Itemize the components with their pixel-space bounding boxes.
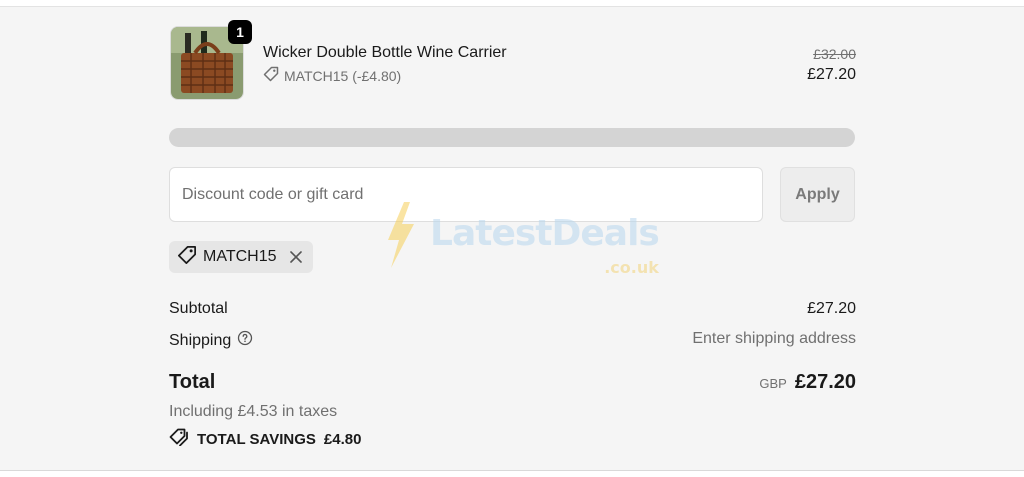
watermark-suffix: .co.uk xyxy=(604,258,659,277)
subtotal-value: £27.20 xyxy=(807,300,856,317)
savings-label: TOTAL SAVINGS xyxy=(197,430,316,448)
total-label: Total xyxy=(169,371,216,393)
product-name: Wicker Double Bottle Wine Carrier xyxy=(263,44,507,61)
lightning-bolt-icon xyxy=(388,202,414,268)
total-value-group: GBP £27.20 xyxy=(759,371,856,394)
currency-code: GBP xyxy=(759,376,787,391)
tag-icon xyxy=(263,66,279,85)
shipping-row: Shipping xyxy=(169,330,253,351)
product-discount: MATCH15 (-£4.80) xyxy=(263,66,401,85)
loading-skeleton-bar xyxy=(169,128,855,147)
watermark-logo: LatestDeals .co.uk xyxy=(382,200,660,277)
total-savings: TOTAL SAVINGS £4.80 xyxy=(169,428,361,450)
subtotal-label: Subtotal xyxy=(169,300,228,317)
original-price: £32.00 xyxy=(813,46,856,62)
applied-discount-chip: MATCH15 xyxy=(169,241,313,273)
tags-icon xyxy=(169,428,189,450)
shipping-label: Shipping xyxy=(169,331,232,349)
savings-value: £4.80 xyxy=(323,430,362,448)
remove-code-button[interactable] xyxy=(289,250,303,264)
apply-button[interactable]: Apply xyxy=(780,167,855,222)
applied-code-label: MATCH15 xyxy=(203,248,277,265)
total-amount: £27.20 xyxy=(794,371,856,393)
help-icon[interactable] xyxy=(237,330,253,351)
product-discount-label: MATCH15 (-£4.80) xyxy=(284,67,402,84)
discounted-price: £27.20 xyxy=(807,66,856,83)
watermark-name: LatestDeals xyxy=(430,213,660,254)
close-icon xyxy=(289,251,302,263)
tag-icon xyxy=(177,245,197,270)
shipping-value: Enter shipping address xyxy=(692,330,856,347)
quantity-badge: 1 xyxy=(228,20,252,44)
tax-note: Including £4.53 in taxes xyxy=(169,403,338,420)
